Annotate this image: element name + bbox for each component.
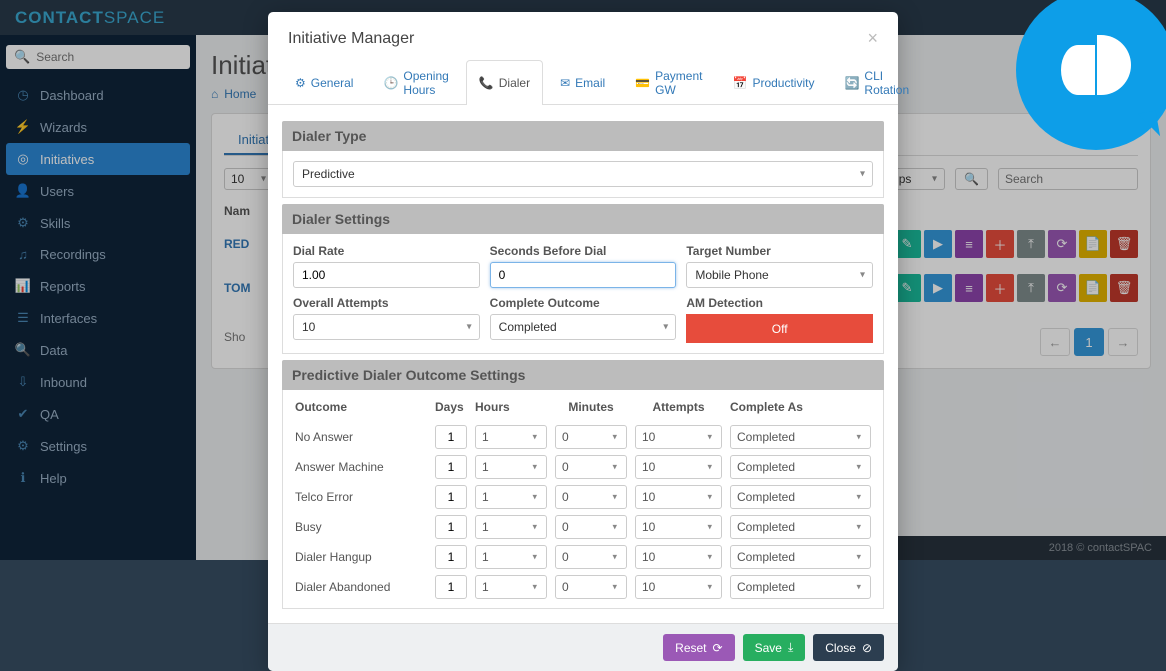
phone-icon: 📞 (479, 76, 494, 90)
attempts-select[interactable]: 10 (635, 425, 722, 449)
tab-dialer[interactable]: 📞Dialer (466, 60, 543, 105)
reset-button[interactable]: Reset⟳ (663, 634, 734, 661)
hours-select[interactable]: 1 (475, 515, 547, 539)
rotate-icon: 🔄 (844, 76, 859, 90)
minutes-select[interactable]: 0 (555, 485, 627, 509)
envelope-icon: ✉ (560, 76, 570, 90)
attempts-select[interactable]: 10 (635, 515, 722, 539)
section-dialer-settings: Dialer Settings (282, 204, 884, 234)
overall-attempts-select[interactable]: 10 (293, 314, 480, 340)
outcome-row: Busy 10 10 Completed (291, 512, 875, 542)
outcome-name: Dialer Hangup (291, 542, 431, 572)
col-complete-as: Complete As (726, 396, 875, 422)
outcome-row: Answer Machine 10 10 Completed (291, 452, 875, 482)
complete-as-select[interactable]: Completed (730, 545, 871, 569)
refresh-icon: ⟳ (713, 641, 723, 655)
seconds-before-dial-label: Seconds Before Dial (490, 244, 677, 258)
complete-outcome-label: Complete Outcome (490, 296, 677, 310)
days-input[interactable] (435, 485, 467, 509)
initiative-manager-modal: Initiative Manager × ⚙General 🕒Opening H… (268, 12, 898, 671)
days-input[interactable] (435, 515, 467, 539)
target-number-select[interactable]: Mobile Phone (686, 262, 873, 288)
chat-icon (1061, 35, 1131, 105)
days-input[interactable] (435, 425, 467, 449)
overall-attempts-label: Overall Attempts (293, 296, 480, 310)
outcome-name: No Answer (291, 422, 431, 452)
modal-footer: Reset⟳ Save⤓ Close⊘ (268, 623, 898, 671)
tab-general[interactable]: ⚙General (282, 60, 366, 105)
col-days: Days (431, 396, 471, 422)
gear-icon: ⚙ (295, 76, 306, 90)
section-predictive-outcomes: Predictive Dialer Outcome Settings (282, 360, 884, 390)
outcome-row: Telco Error 10 10 Completed (291, 482, 875, 512)
outcome-row: No Answer 10 10 Completed (291, 422, 875, 452)
outcome-name: Telco Error (291, 482, 431, 512)
col-minutes: Minutes (551, 396, 631, 422)
am-detection-label: AM Detection (686, 296, 873, 310)
target-number-label: Target Number (686, 244, 873, 258)
attempts-select[interactable]: 10 (635, 575, 722, 599)
complete-outcome-select[interactable]: Completed (490, 314, 677, 340)
minutes-select[interactable]: 0 (555, 425, 627, 449)
complete-as-select[interactable]: Completed (730, 455, 871, 479)
minutes-select[interactable]: 0 (555, 455, 627, 479)
outcome-name: Busy (291, 512, 431, 542)
days-input[interactable] (435, 545, 467, 569)
seconds-before-dial-input[interactable] (490, 262, 677, 288)
outcome-table: Outcome Days Hours Minutes Attempts Comp… (291, 396, 875, 602)
hours-select[interactable]: 1 (475, 455, 547, 479)
section-dialer-type: Dialer Type (282, 121, 884, 151)
outcome-row: Dialer Hangup 10 10 Completed (291, 542, 875, 572)
hours-select[interactable]: 1 (475, 485, 547, 509)
tab-opening-hours[interactable]: 🕒Opening Hours (370, 60, 461, 105)
col-hours: Hours (471, 396, 551, 422)
save-button[interactable]: Save⤓ (743, 634, 806, 661)
download-icon: ⤓ (788, 640, 793, 655)
complete-as-select[interactable]: Completed (730, 425, 871, 449)
dialer-type-select[interactable]: Predictive (293, 161, 873, 187)
days-input[interactable] (435, 575, 467, 599)
complete-as-select[interactable]: Completed (730, 515, 871, 539)
complete-as-select[interactable]: Completed (730, 485, 871, 509)
outcome-name: Dialer Abandoned (291, 572, 431, 602)
tab-productivity[interactable]: 📅Productivity (719, 60, 827, 105)
close-button[interactable]: Close⊘ (813, 634, 884, 661)
attempts-select[interactable]: 10 (635, 455, 722, 479)
dial-rate-input[interactable] (293, 262, 480, 288)
cancel-icon: ⊘ (862, 641, 872, 655)
card-icon: 💳 (635, 76, 650, 90)
am-detection-toggle[interactable]: Off (686, 314, 873, 343)
clock-icon: 🕒 (383, 76, 398, 90)
tab-email[interactable]: ✉Email (547, 60, 618, 105)
minutes-select[interactable]: 0 (555, 575, 627, 599)
hours-select[interactable]: 1 (475, 425, 547, 449)
hours-select[interactable]: 1 (475, 545, 547, 569)
attempts-select[interactable]: 10 (635, 545, 722, 569)
attempts-select[interactable]: 10 (635, 485, 722, 509)
days-input[interactable] (435, 455, 467, 479)
tab-payment-gw[interactable]: 💳Payment GW (622, 60, 715, 105)
tab-cli-rotation[interactable]: 🔄CLI Rotation (831, 60, 922, 105)
outcome-row: Dialer Abandoned 10 10 Completed (291, 572, 875, 602)
calendar-icon: 📅 (732, 76, 747, 90)
col-attempts: Attempts (631, 396, 726, 422)
col-outcome: Outcome (291, 396, 431, 422)
complete-as-select[interactable]: Completed (730, 575, 871, 599)
modal-title: Initiative Manager (288, 30, 414, 48)
minutes-select[interactable]: 0 (555, 545, 627, 569)
modal-tabs: ⚙General 🕒Opening Hours 📞Dialer ✉Email 💳… (268, 59, 898, 105)
hours-select[interactable]: 1 (475, 575, 547, 599)
minutes-select[interactable]: 0 (555, 515, 627, 539)
outcome-name: Answer Machine (291, 452, 431, 482)
dial-rate-label: Dial Rate (293, 244, 480, 258)
close-icon[interactable]: × (867, 28, 878, 49)
